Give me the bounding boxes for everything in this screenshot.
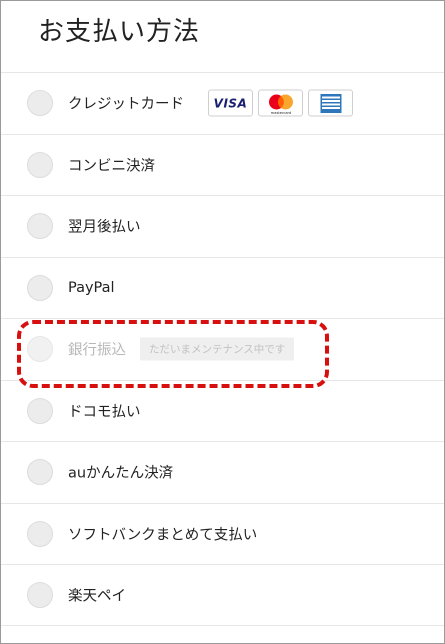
radio-button[interactable] xyxy=(27,520,53,547)
amex-logo-graphic xyxy=(320,93,341,113)
payment-option-paypal[interactable]: PayPal xyxy=(1,256,444,319)
payment-option-label: PayPal xyxy=(68,279,115,296)
radio-button[interactable] xyxy=(27,274,53,301)
payment-method-screen: お支払い方法 クレジットカード VISA mastercard コンビニ決済 翌… xyxy=(0,0,445,644)
payment-option-docomo[interactable]: ドコモ払い xyxy=(1,379,444,442)
payment-option-label: auかんたん決済 xyxy=(68,465,174,482)
amex-logo-icon xyxy=(308,89,353,117)
payment-option-deferred-payment[interactable]: 翌月後払い xyxy=(1,195,444,257)
visa-logo-text: VISA xyxy=(213,96,248,111)
radio-button[interactable] xyxy=(27,397,53,424)
radio-button[interactable] xyxy=(27,213,53,240)
payment-option-rakuten-pay[interactable]: 楽天ペイ xyxy=(1,564,444,626)
payment-option-softbank[interactable]: ソフトバンクまとめて支払い xyxy=(1,502,444,565)
payment-option-label: ドコモ払い xyxy=(68,404,141,421)
visa-logo-icon: VISA xyxy=(208,89,253,117)
maintenance-badge: ただいまメンテナンス中です xyxy=(140,337,295,361)
payment-option-label: 翌月後払い xyxy=(68,219,141,236)
payment-option-label: ソフトバンクまとめて支払い xyxy=(68,527,258,544)
mastercard-logo-graphic: mastercard xyxy=(268,94,293,115)
payment-option-convenience-store[interactable]: コンビニ決済 xyxy=(1,133,444,196)
payment-option-label: コンビニ決済 xyxy=(68,158,155,175)
radio-button[interactable] xyxy=(27,581,53,608)
payment-option-au[interactable]: auかんたん決済 xyxy=(1,441,444,503)
radio-button[interactable] xyxy=(27,90,53,117)
mastercard-logo-icon: mastercard xyxy=(258,89,303,117)
mastercard-logo-text: mastercard xyxy=(270,111,290,115)
payment-option-label: 銀行振込 xyxy=(68,342,126,359)
page-title: お支払い方法 xyxy=(38,17,201,47)
payment-option-bank-transfer: 銀行振込 ただいまメンテナンス中です xyxy=(1,318,444,380)
payment-option-credit-card[interactable]: クレジットカード VISA mastercard xyxy=(1,72,444,134)
payment-option-label: 楽天ペイ xyxy=(68,588,126,605)
payment-method-list: クレジットカード VISA mastercard コンビニ決済 翌月後払い Pa… xyxy=(1,72,444,626)
card-brand-logos: VISA mastercard xyxy=(208,89,353,117)
radio-button-disabled xyxy=(27,336,53,363)
radio-button[interactable] xyxy=(27,151,53,178)
radio-button[interactable] xyxy=(27,459,53,486)
payment-option-label: クレジットカード xyxy=(68,96,184,113)
